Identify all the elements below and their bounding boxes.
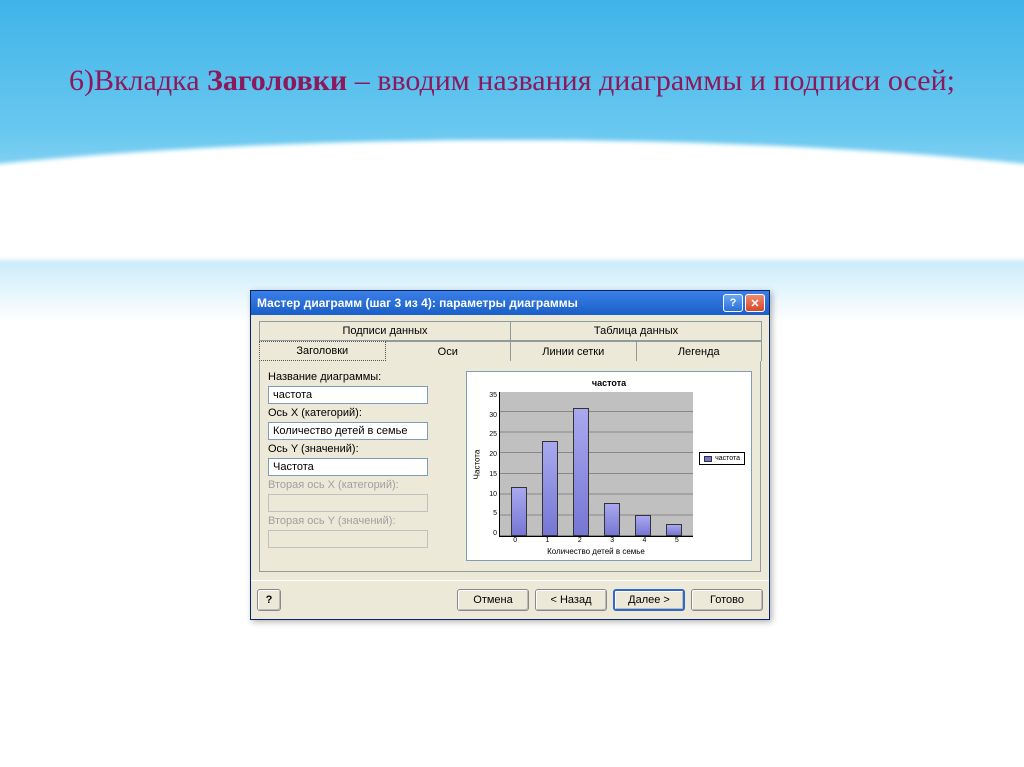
titlebar-text: Мастер диаграмм (шаг 3 из 4): параметры … (257, 296, 721, 310)
tab-titles[interactable]: Заголовки (259, 341, 386, 361)
dialog-body: Подписи данных Таблица данных Заголовки … (251, 315, 769, 580)
axis-y2-input (268, 530, 428, 548)
tab-row-back: Подписи данных Таблица данных (259, 321, 761, 341)
legend-swatch (704, 456, 712, 462)
tab-axes[interactable]: Оси (385, 341, 512, 361)
chart-plot (499, 392, 693, 537)
titlebar[interactable]: Мастер диаграмм (шаг 3 из 4): параметры … (251, 291, 769, 315)
axis-x-input[interactable] (268, 422, 428, 440)
chart-legend: частота (699, 452, 745, 465)
tab-panel: Название диаграммы: Ось X (категорий): О… (259, 361, 761, 572)
title-rest: – вводим названия диаграммы и подписи ос… (347, 64, 955, 97)
title-bold: Заголовки (207, 64, 347, 97)
y-tick: 15 (483, 471, 497, 478)
chart-xlabel: Количество детей в семье (499, 547, 693, 556)
title-prefix: 6)Вкладка (69, 64, 207, 97)
axis-y-input[interactable] (268, 458, 428, 476)
chart-bar (573, 408, 589, 536)
axis-x2-input (268, 494, 428, 512)
axis-y2-label: Вторая ось Y (значений): (268, 515, 458, 527)
tab-legend[interactable]: Легенда (636, 341, 763, 361)
chart-bar (542, 441, 558, 536)
chart-bar (604, 503, 620, 536)
x-tick: 5 (675, 537, 679, 544)
chart-bar (511, 487, 527, 536)
axis-x2-label: Вторая ось X (категорий): (268, 479, 458, 491)
tab-data-labels[interactable]: Подписи данных (259, 321, 511, 341)
cancel-button[interactable]: Отмена (457, 589, 529, 611)
back-button[interactable]: < Назад (535, 589, 607, 611)
chart-title-label: Название диаграммы: (268, 371, 458, 383)
chart-xaxis: 0 1 2 3 4 5 (499, 537, 693, 544)
tab-data-table[interactable]: Таблица данных (510, 321, 762, 341)
tab-gridlines[interactable]: Линии сетки (510, 341, 637, 361)
chart-bar (635, 515, 651, 536)
chart-preview-title: частота (471, 378, 747, 388)
y-tick: 5 (483, 510, 497, 517)
chart-wizard-dialog: Мастер диаграмм (шаг 3 из 4): параметры … (250, 290, 770, 620)
chart-title-input[interactable] (268, 386, 428, 404)
x-tick: 3 (610, 537, 614, 544)
decorative-swoosh (0, 140, 1024, 260)
next-button[interactable]: Далее > (613, 589, 685, 611)
x-tick: 2 (578, 537, 582, 544)
chart-bar (666, 524, 682, 536)
y-tick: 0 (483, 530, 497, 537)
x-tick: 4 (643, 537, 647, 544)
legend-label: частота (715, 455, 740, 462)
finish-button[interactable]: Готово (691, 589, 763, 611)
y-tick: 20 (483, 451, 497, 458)
chart-body: Частота 35 30 25 20 15 10 5 0 частота (471, 392, 747, 537)
x-tick: 1 (546, 537, 550, 544)
chart-yaxis: 35 30 25 20 15 10 5 0 (483, 392, 499, 537)
help-button[interactable]: ? (257, 589, 281, 611)
axis-x-label: Ось X (категорий): (268, 407, 458, 419)
close-icon[interactable]: ✕ (745, 294, 765, 312)
y-tick: 30 (483, 412, 497, 419)
y-tick: 10 (483, 491, 497, 498)
help-icon[interactable]: ? (723, 294, 743, 312)
tab-row-front: Заголовки Оси Линии сетки Легенда (259, 341, 761, 361)
button-row: ? Отмена < Назад Далее > Готово (251, 580, 769, 619)
form-column: Название диаграммы: Ось X (категорий): О… (268, 371, 458, 561)
slide-title: 6)Вкладка Заголовки – вводим названия ди… (0, 55, 1024, 106)
x-tick: 0 (513, 537, 517, 544)
y-tick: 35 (483, 392, 497, 399)
chart-preview: частота Частота 35302520151050 частота 0… (466, 371, 752, 561)
y-tick: 25 (483, 431, 497, 438)
axis-y-label: Ось Y (значений): (268, 443, 458, 455)
chart-ylabel: Частота (471, 392, 483, 537)
